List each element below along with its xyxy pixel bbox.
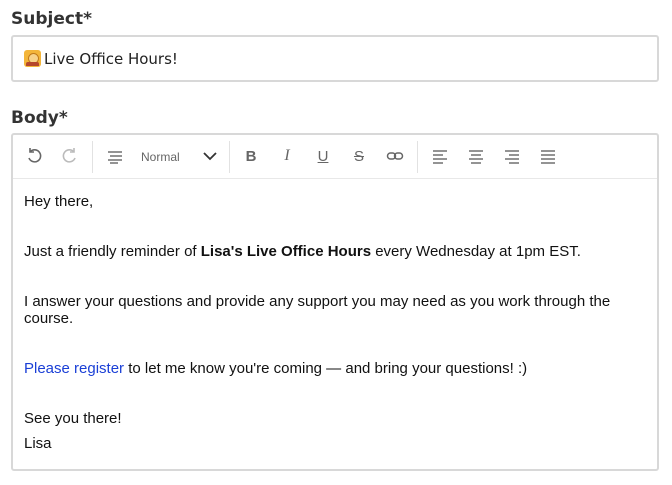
body-editor[interactable]: Normal B I U S Hey there, Just a friendl…	[11, 133, 659, 471]
office-hours-bold: Lisa's Live Office Hours	[200, 243, 372, 260]
greeting-line: Hey there,	[24, 193, 94, 210]
toolbar-divider	[229, 141, 230, 173]
editor-toolbar: Normal B I U S	[13, 135, 657, 179]
register-link[interactable]: Please register	[24, 360, 124, 377]
text-style-value: Normal	[141, 150, 180, 164]
paragraph-format-icon[interactable]	[105, 146, 125, 166]
toolbar-divider	[417, 141, 418, 173]
underline-button[interactable]: U	[313, 146, 333, 166]
signature-name: Lisa	[24, 435, 52, 452]
align-left-icon[interactable]	[430, 146, 450, 166]
subject-value: Live Office Hours!	[44, 49, 178, 68]
italic-button[interactable]: I	[277, 146, 297, 166]
support-line-2: course.	[24, 310, 74, 327]
subject-input[interactable]: Live Office Hours!	[11, 35, 659, 82]
body-label: Body*	[11, 108, 68, 128]
reminder-line: Just a friendly reminder of Lisa's Live …	[24, 243, 581, 260]
strikethrough-button[interactable]: S	[349, 146, 369, 166]
redo-icon[interactable]	[60, 146, 80, 166]
toolbar-divider	[92, 141, 93, 173]
align-justify-icon[interactable]	[538, 146, 558, 166]
bold-button[interactable]: B	[241, 146, 261, 166]
teacher-emoji-icon	[24, 50, 41, 67]
subject-label: Subject*	[11, 9, 92, 29]
text-style-select[interactable]: Normal	[141, 147, 231, 167]
link-icon[interactable]	[385, 146, 405, 166]
support-line-1: I answer your questions and provide any …	[24, 293, 611, 310]
chevron-down-icon	[202, 148, 218, 166]
align-center-icon[interactable]	[466, 146, 486, 166]
undo-icon[interactable]	[24, 146, 44, 166]
align-right-icon[interactable]	[502, 146, 522, 166]
register-line: Please register to let me know you're co…	[24, 360, 528, 377]
signoff-line: See you there!	[24, 410, 122, 427]
